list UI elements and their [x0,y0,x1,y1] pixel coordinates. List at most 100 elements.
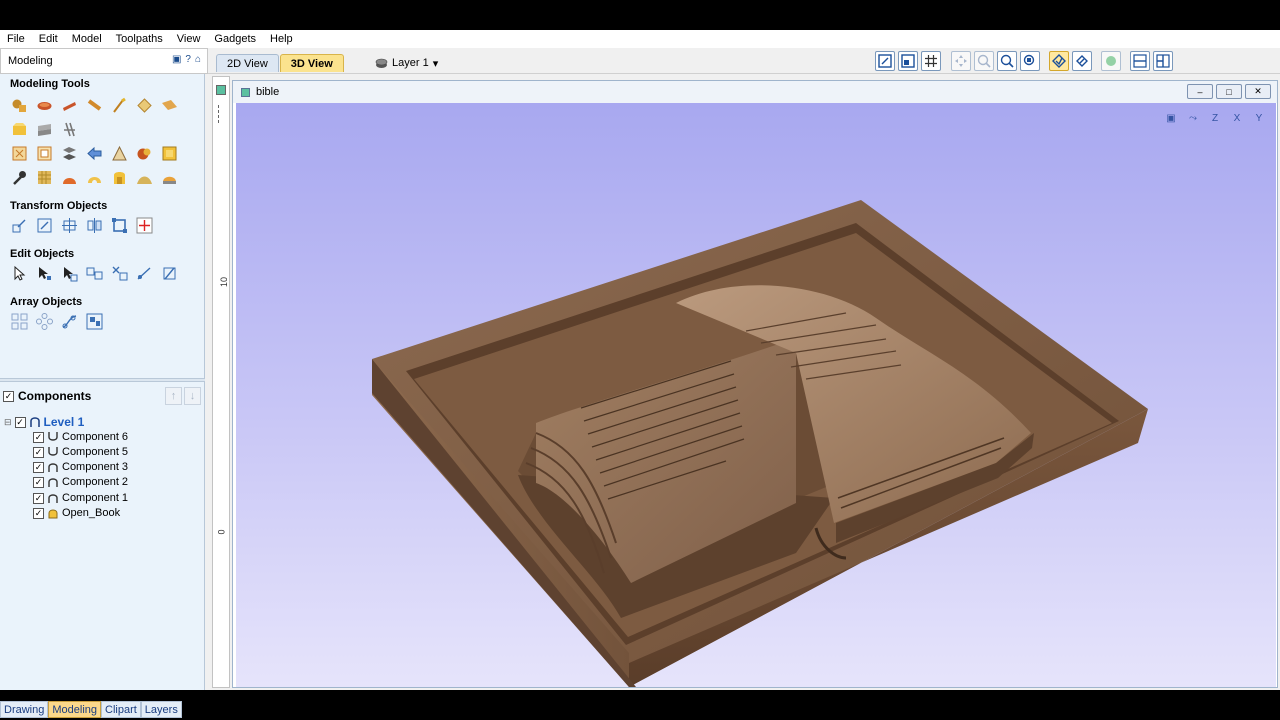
menu-help[interactable]: Help [263,33,300,45]
tab-layers[interactable]: Layers [140,701,182,718]
menu-toolpaths[interactable]: Toolpaths [109,33,170,45]
rotate-view-icon[interactable] [1072,51,1092,71]
two-rail-sweep-icon[interactable] [35,96,54,115]
trim-icon[interactable] [135,264,154,283]
tree-item-open-book[interactable]: ✓ Open_Book [33,507,120,519]
zoom-extents-icon[interactable] [875,51,895,71]
clear-icon[interactable] [160,144,179,163]
component-3-checkbox[interactable]: ✓ [33,461,44,473]
delete-icon[interactable] [160,264,179,283]
transform-select-icon[interactable] [60,264,79,283]
menu-view[interactable]: View [170,33,208,45]
restore-button[interactable]: □ [1216,84,1242,99]
tree-level-1[interactable]: ⊟ ✓ Level 1 [4,415,84,429]
center-icon[interactable] [135,216,154,235]
bake-icon[interactable] [135,144,154,163]
menu-gadgets[interactable]: Gadgets [207,33,263,45]
align-icon[interactable] [60,216,79,235]
create-texture-icon[interactable] [10,120,29,139]
panel-splitter[interactable] [0,378,205,382]
tab-drawing[interactable]: Drawing [0,701,49,718]
menu-model[interactable]: Model [65,33,109,45]
dome-icon[interactable] [60,168,79,187]
pin-icon[interactable]: ⌂ [195,54,201,65]
move-down-icon[interactable]: ↓ [184,387,201,405]
component-6-checkbox[interactable]: ✓ [33,431,44,443]
help-icon[interactable]: ? [185,54,191,65]
menu-edit[interactable]: Edit [32,33,65,45]
panel-toggle-icon[interactable]: ▣ [172,54,181,65]
tree-item-component-6[interactable]: ✓ Component 6 [33,431,128,443]
tree-item-component-3[interactable]: ✓ Component 3 [33,461,128,473]
smooth-icon[interactable] [60,144,79,163]
scale-icon[interactable] [35,216,54,235]
tab-modeling[interactable]: Modeling [48,701,101,718]
tab-3d-view[interactable]: 3D View [279,54,344,72]
view-x-icon[interactable]: X [1228,109,1246,127]
close-button[interactable]: ✕ [1245,84,1271,99]
split-horizontal-icon[interactable] [1130,51,1150,71]
tree-item-component-1[interactable]: ✓ Component 1 [33,492,128,504]
group-icon[interactable] [85,264,104,283]
document-icon [241,87,250,97]
select-icon[interactable] [10,264,29,283]
level-1-checkbox[interactable]: ✓ [14,416,26,428]
component-1-checkbox[interactable]: ✓ [33,492,44,504]
3d-viewport[interactable]: ▣ ⤳ Z X Y [236,103,1276,687]
node-edit-icon[interactable] [35,264,54,283]
weave-texture-icon[interactable] [35,120,54,139]
tilt-icon[interactable] [85,144,104,163]
wrench-icon[interactable] [10,168,29,187]
shape-editor-icon[interactable] [10,96,29,115]
turn-icon[interactable] [85,96,104,115]
open-book-checkbox[interactable]: ✓ [33,507,44,519]
sculpt-icon[interactable] [110,96,129,115]
component-6-label: Component 6 [62,431,129,443]
tab-2d-view[interactable]: 2D View [216,54,279,72]
mirror-icon[interactable] [85,216,104,235]
component-5-checkbox[interactable]: ✓ [33,446,44,458]
fit-view-icon[interactable]: ▣ [1162,109,1180,127]
iso-axes-icon[interactable]: ⤳ [1184,109,1202,127]
zoom-box-icon[interactable] [898,51,918,71]
arch-icon[interactable] [85,168,104,187]
tab-clipart[interactable]: Clipart [101,701,141,718]
nesting-icon[interactable] [85,312,104,331]
components-checkbox[interactable]: ✓ [3,390,14,402]
circular-array-icon[interactable] [35,312,54,331]
create-surface-icon[interactable] [160,96,179,115]
tree-item-component-5[interactable]: ✓ Component 5 [33,446,128,458]
grid-icon[interactable] [921,51,941,71]
split-vertical-icon[interactable] [1153,51,1173,71]
flatten-icon[interactable] [35,144,54,163]
view-z-icon[interactable]: Z [1206,109,1224,127]
view-y-icon[interactable]: Y [1250,109,1268,127]
collapse-icon[interactable]: ⊟ [4,417,12,428]
resize-icon[interactable] [110,216,129,235]
fade-object-icon[interactable] [10,144,29,163]
zoom-out-icon[interactable] [997,51,1017,71]
minimize-button[interactable]: – [1187,84,1213,99]
copy-along-vector-icon[interactable] [60,312,79,331]
mound-icon[interactable] [135,168,154,187]
iso-view-icon[interactable] [1049,51,1069,71]
component-shape-icon[interactable] [110,168,129,187]
component-2-checkbox[interactable]: ✓ [33,476,44,488]
crown-icon[interactable] [160,168,179,187]
block-array-icon[interactable] [10,312,29,331]
ungroup-icon[interactable] [110,264,129,283]
layer-selector[interactable]: Layer 1 ▾ [375,54,438,72]
move-up-icon[interactable]: ↑ [165,387,182,405]
material-icon[interactable] [1101,51,1121,71]
move-icon[interactable] [10,216,29,235]
pan-icon[interactable] [951,51,971,71]
zoom-all-icon[interactable] [1020,51,1040,71]
menu-file[interactable]: File [0,33,32,45]
create-shape-icon[interactable] [135,96,154,115]
zoom-in-icon[interactable] [974,51,994,71]
texture-area-icon[interactable] [35,168,54,187]
distort-icon[interactable] [110,144,129,163]
tree-item-component-2[interactable]: ✓ Component 2 [33,476,128,488]
angled-texture-icon[interactable] [60,120,79,139]
extrude-icon[interactable] [60,96,79,115]
